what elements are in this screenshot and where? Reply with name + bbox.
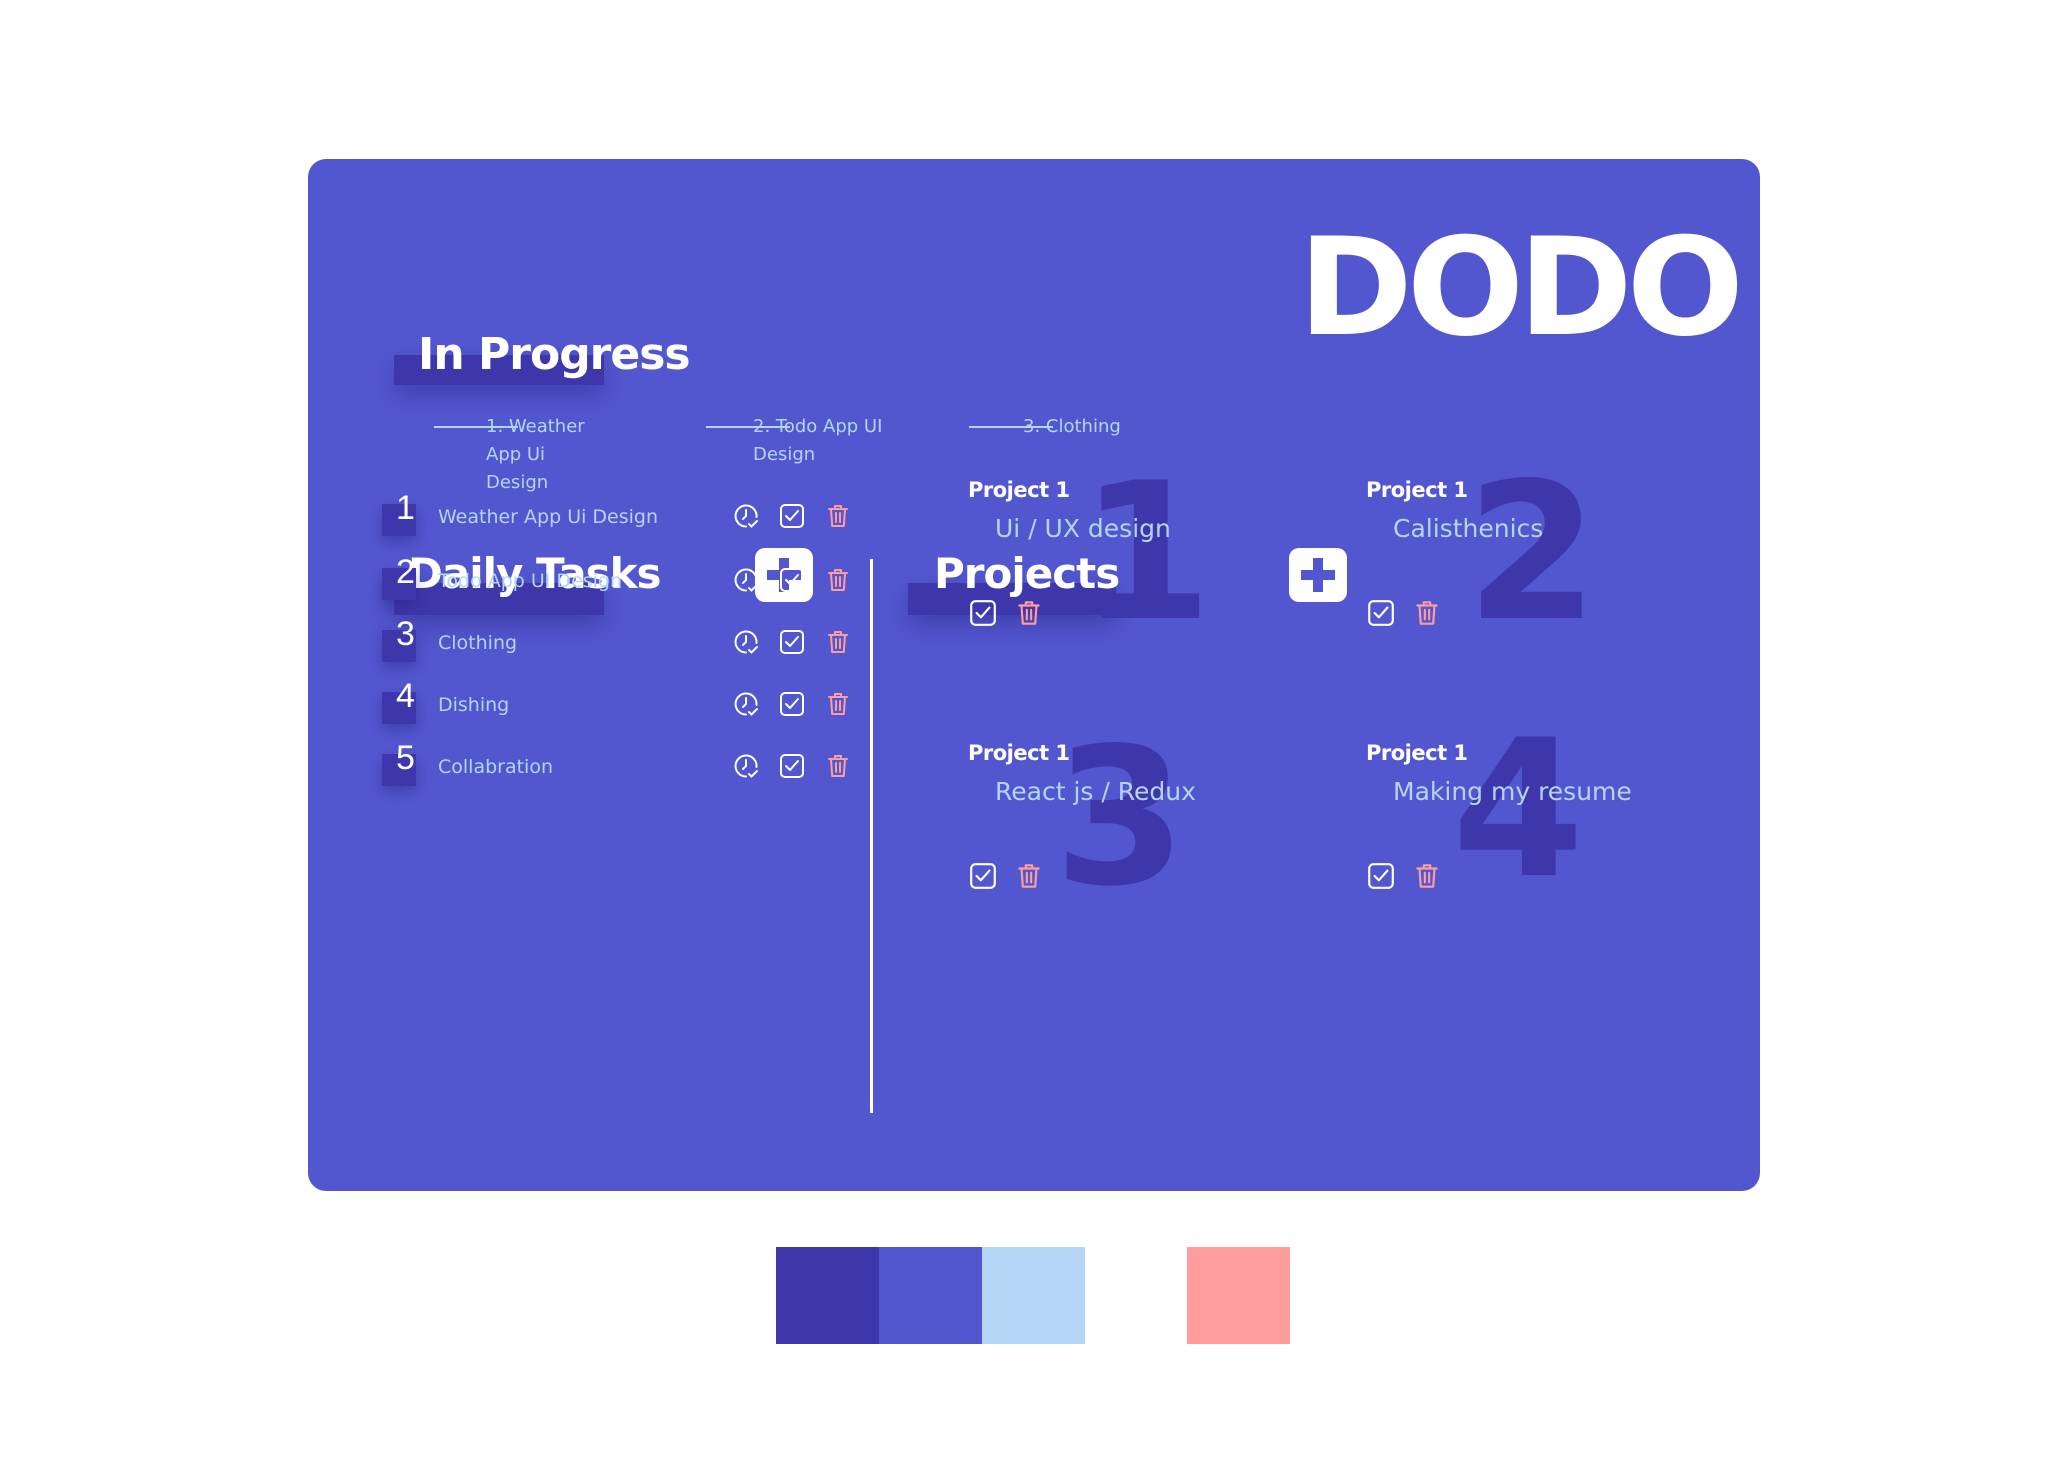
in-progress-heading-wrap: In Progress [394,331,691,389]
clock-check-icon[interactable] [732,752,760,780]
task-number: 3 [396,615,415,653]
project-title: Project 1 [1366,741,1468,765]
trash-icon[interactable] [824,752,852,780]
trash-icon[interactable] [824,502,852,530]
task-number: 4 [396,677,415,715]
brand-logo: DODO [1298,208,1744,367]
task-label: Dishing [438,694,510,716]
project-card[interactable]: 3 Project 1 React js / Redux [968,723,1368,921]
checkbox-icon[interactable] [778,502,806,530]
project-card[interactable]: 4 Project 1 Making my resume [1366,715,1760,921]
trash-icon[interactable] [1412,861,1442,891]
checkbox-icon-svg [780,630,804,654]
checkbox-icon[interactable] [778,690,806,718]
trash-icon-svg [828,693,848,715]
trash-icon-svg [828,505,848,527]
trash-icon-svg [1416,601,1438,625]
checkbox-icon-svg [780,754,804,778]
trash-icon[interactable] [824,566,852,594]
project-name: Making my resume [1393,777,1632,806]
project-number-watermark: 4 [1452,699,1585,920]
trash-icon-svg [1018,601,1040,625]
dodo-card: DODO In Progress 1. Weather App Ui Desig… [308,159,1760,1191]
checkbox-icon-svg [780,692,804,716]
trash-icon[interactable] [1412,598,1442,628]
in-progress-item-3[interactable]: 3. Clothing [1023,413,1203,441]
trash-icon-svg [1018,864,1040,888]
section-divider [870,559,873,1113]
clock-check-icon-svg [734,692,758,716]
checkbox-icon-svg [780,504,804,528]
task-label: Collabration [438,756,554,778]
clock-check-icon[interactable] [732,502,760,530]
task-row: 1 Weather App Ui Design [382,488,848,536]
project-card[interactable]: 2 Project 1 Calisthenics [1366,458,1760,658]
in-progress-item-1[interactable]: 1. Weather App Ui Design [486,413,596,497]
clock-check-icon[interactable] [732,628,760,656]
checkbox-icon[interactable] [968,598,998,628]
clock-check-icon-svg [734,754,758,778]
checkbox-icon-svg [1368,863,1394,889]
checkbox-icon-svg [970,863,996,889]
checkbox-icon-svg [1368,600,1394,626]
task-row: 5 Collabration [382,738,848,786]
checkbox-icon[interactable] [778,628,806,656]
trash-icon[interactable] [1014,861,1044,891]
trash-icon-svg [828,631,848,653]
checkbox-icon[interactable] [968,861,998,891]
project-name: Calisthenics [1393,514,1544,543]
clock-check-icon-svg [734,568,758,592]
trash-icon[interactable] [824,690,852,718]
palette-swatch [1187,1247,1290,1344]
task-number: 5 [396,739,415,777]
task-row: 2 Todo App UI Design [382,552,848,600]
clock-check-icon[interactable] [732,690,760,718]
in-progress-heading: In Progress [418,329,691,380]
task-number: 2 [396,553,415,591]
checkbox-icon[interactable] [778,566,806,594]
trash-icon[interactable] [824,628,852,656]
trash-icon-svg [828,755,848,777]
checkbox-icon[interactable] [778,752,806,780]
checkbox-icon[interactable] [1366,861,1396,891]
task-label: Clothing [438,632,518,654]
task-row: 3 Clothing [382,614,848,662]
task-label: Todo App UI Design [438,570,623,592]
project-name: Ui / UX design [995,514,1171,543]
project-number-watermark: 3 [1054,707,1187,928]
trash-icon-svg [1416,864,1438,888]
checkbox-icon[interactable] [1366,598,1396,628]
project-title: Project 1 [1366,478,1468,502]
project-title: Project 1 [968,741,1070,765]
task-label: Weather App Ui Design [438,506,659,528]
checkbox-icon-svg [970,600,996,626]
project-title: Project 1 [968,478,1070,502]
clock-check-icon[interactable] [732,566,760,594]
trash-icon-svg [828,569,848,591]
project-card[interactable]: 1 Project 1 Ui / UX design [968,458,1368,658]
palette-swatch [879,1247,982,1344]
checkbox-icon-svg [780,568,804,592]
palette-swatch [776,1247,879,1344]
palette-swatch [982,1247,1085,1344]
in-progress-item-2[interactable]: 2. Todo App UI Design [753,413,883,469]
task-row: 4 Dishing [382,676,848,724]
clock-check-icon-svg [734,504,758,528]
project-number-watermark: 1 [1080,442,1213,663]
clock-check-icon-svg [734,630,758,654]
project-name: React js / Redux [995,777,1196,806]
trash-icon[interactable] [1014,598,1044,628]
project-number-watermark: 2 [1466,442,1599,663]
task-number: 1 [396,489,415,527]
